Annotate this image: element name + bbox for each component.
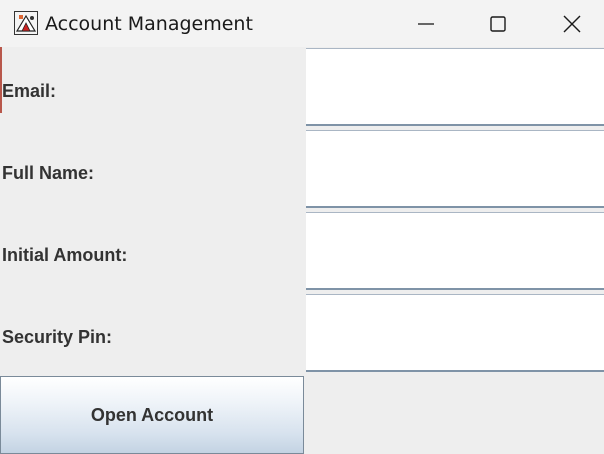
minimize-button[interactable] (391, 0, 461, 47)
initial-amount-label: Initial Amount: (2, 245, 128, 265)
background-window-edge (0, 47, 2, 113)
java-coffee-cup-icon[interactable] (14, 11, 38, 35)
initial-amount-field[interactable] (306, 212, 604, 290)
window-title: Account Management (45, 13, 253, 35)
email-label: Email: (2, 81, 57, 101)
security-pin-label: Security Pin: (2, 327, 113, 347)
close-button[interactable] (537, 0, 604, 47)
full-name-label: Full Name: (2, 163, 95, 183)
full-name-field[interactable] (306, 130, 604, 208)
open-account-button[interactable]: Open Account (0, 376, 304, 454)
maximize-button[interactable] (463, 0, 533, 47)
maximize-icon (490, 15, 506, 32)
email-field[interactable] (306, 48, 604, 126)
title-bar[interactable]: Account Management (0, 0, 604, 47)
minimize-icon (418, 22, 434, 25)
close-icon (563, 15, 581, 32)
security-pin-field[interactable] (306, 294, 604, 372)
